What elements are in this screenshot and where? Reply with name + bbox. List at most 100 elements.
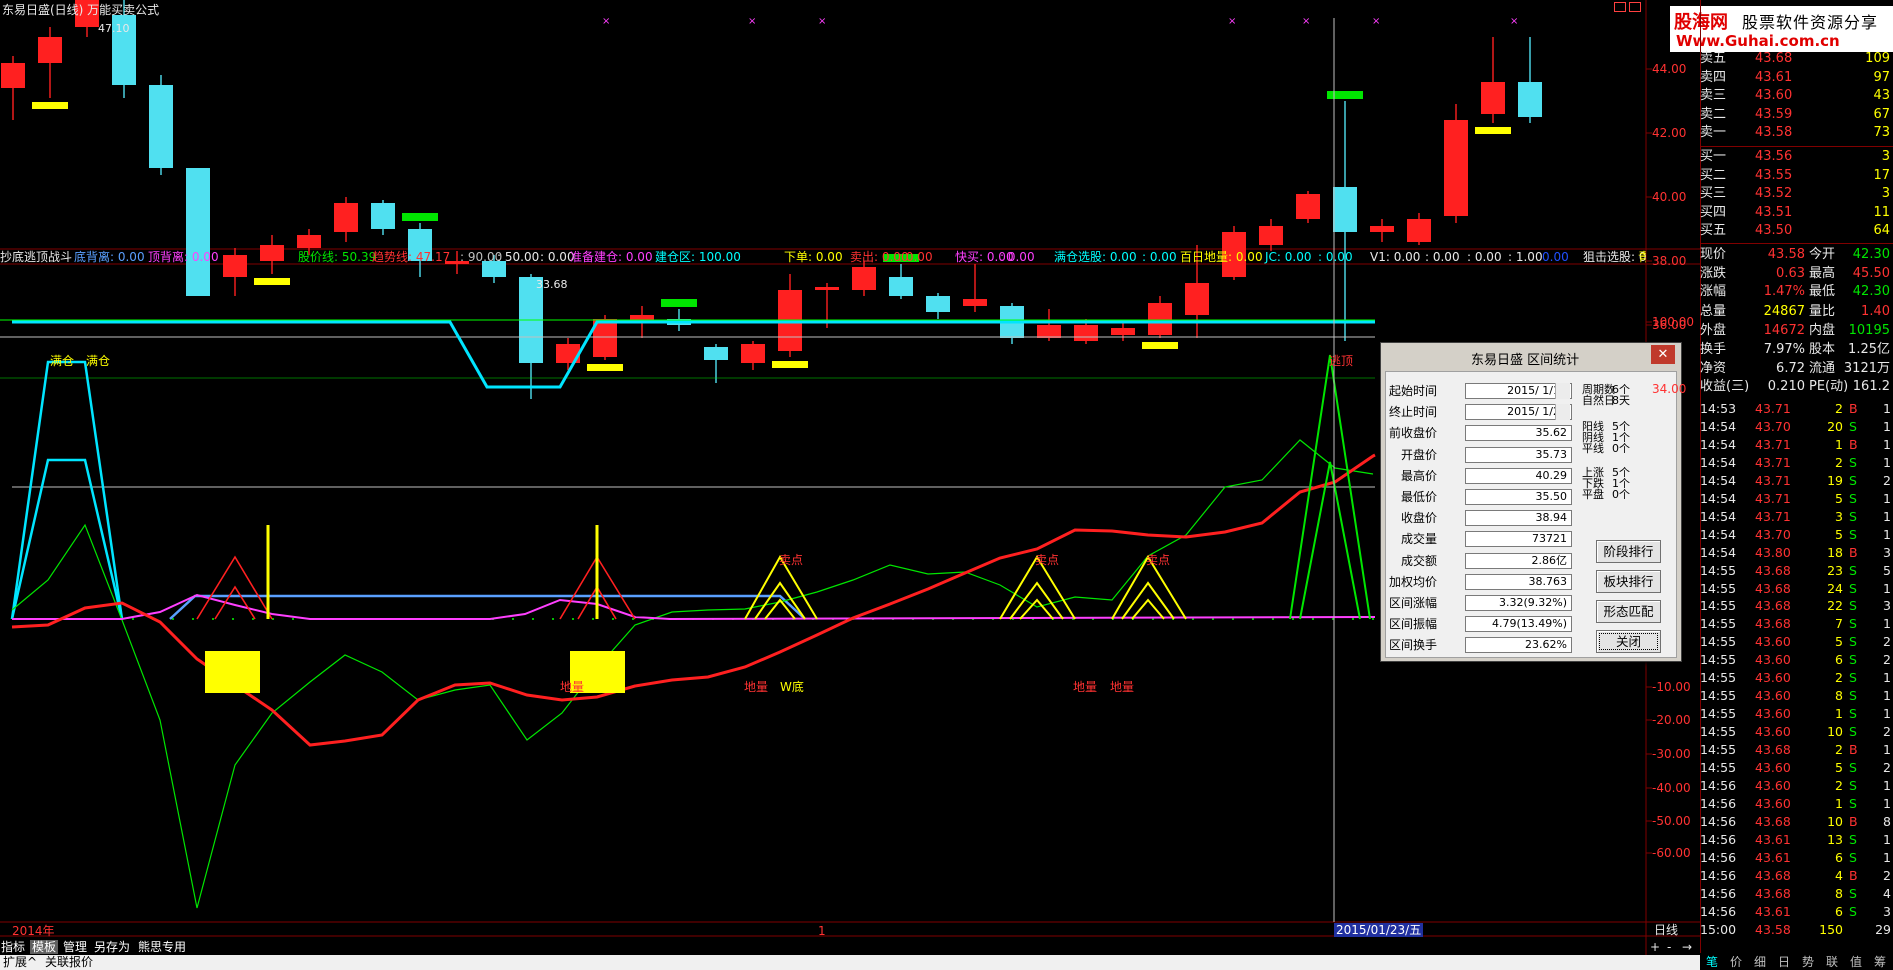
tick-row: 14:54 43.71 19 S 2	[1697, 472, 1893, 490]
dialog-field-value: 23.62%	[1465, 637, 1572, 654]
linked-quote-button[interactable]: 关联报价	[45, 955, 93, 969]
candle	[1111, 322, 1135, 341]
tick-price: 43.60	[1755, 634, 1791, 650]
tick-row: 14:55 43.68 7 S 1	[1697, 615, 1893, 633]
tick-time: 15:00	[1700, 921, 1737, 937]
tab-template[interactable]: 模板	[30, 940, 59, 954]
date-spinner-icon[interactable]	[1555, 383, 1570, 399]
tick-count: 4	[1883, 885, 1891, 901]
undefined: 卖四 43.61 97	[1697, 69, 1893, 87]
low-price-label: 33.68	[536, 278, 568, 291]
candle	[1481, 37, 1505, 123]
tab-custom[interactable]: 熊思专用	[138, 940, 186, 954]
tick-price: 43.58	[1755, 921, 1791, 937]
period-label[interactable]: 日线	[1654, 923, 1678, 937]
dialog-field-label: 最低价	[1400, 490, 1437, 504]
right-tab[interactable]: 价	[1730, 955, 1742, 969]
restore-icon[interactable]	[1629, 2, 1641, 12]
tick-time: 14:56	[1700, 849, 1737, 865]
right-tab[interactable]: 笔	[1706, 955, 1718, 969]
legend-item: 股价线: 50.39	[298, 250, 377, 264]
tick-volume: 23	[1827, 562, 1843, 578]
tick-side: S	[1849, 688, 1857, 704]
ground-volume-label: 地量	[744, 680, 769, 694]
tick-count: 1	[1883, 580, 1891, 596]
right-tab[interactable]: 筹	[1874, 955, 1886, 969]
tick-time: 14:56	[1700, 795, 1737, 811]
zoom-in-button[interactable]: +	[1650, 940, 1660, 954]
dialog-field-label: 前收盘价	[1388, 426, 1437, 441]
ask-price: 43.60	[1755, 88, 1793, 104]
tick-volume: 5	[1835, 526, 1843, 542]
bid-label: 买四	[1700, 204, 1727, 220]
dialog-field-label: 最高价	[1400, 468, 1437, 483]
tick-count: 1	[1883, 706, 1891, 722]
right-tab[interactable]: 势	[1802, 955, 1814, 969]
close-icon[interactable]: ✕	[1651, 345, 1675, 364]
tick-volume: 6	[1835, 652, 1843, 668]
stat-value: 10195	[1848, 322, 1890, 338]
stat-value: 14672	[1763, 322, 1805, 338]
tick-price: 43.60	[1755, 706, 1791, 722]
tick-volume: 1	[1835, 795, 1843, 811]
tick-price: 43.60	[1755, 795, 1791, 811]
tab-save-as[interactable]: 另存为	[94, 940, 130, 954]
tick-count: 1	[1883, 795, 1891, 811]
expand-button[interactable]: 扩展^	[3, 955, 37, 969]
minimize-icon[interactable]	[1614, 2, 1626, 12]
bid-price: 43.55	[1755, 167, 1793, 183]
dialog-field-label: 收盘价	[1400, 511, 1437, 526]
tick-side: S	[1849, 562, 1857, 578]
tab-indicator[interactable]: 指标	[1, 940, 25, 954]
tick-time: 14:55	[1700, 688, 1737, 704]
legend-item: : 1.00	[1508, 250, 1543, 264]
candle	[1333, 101, 1357, 341]
tick-time: 14:56	[1700, 867, 1737, 883]
dialog-field-value: 35.62	[1465, 425, 1572, 442]
right-tab[interactable]: 细	[1754, 955, 1766, 969]
tick-price: 43.71	[1755, 436, 1791, 452]
tick-row: 14:53 43.71 2 B 1	[1697, 400, 1893, 418]
candle	[963, 264, 987, 312]
tick-side: S	[1849, 795, 1857, 811]
date-spinner-icon[interactable]	[1555, 404, 1570, 420]
sector-ranking-button[interactable]: 板块排行	[1596, 570, 1661, 593]
legend-item: : 0.00	[1425, 250, 1460, 264]
zoom-out-button[interactable]: -	[1667, 940, 1671, 954]
tick-volume: 20	[1827, 418, 1843, 434]
status-bar: 扩展^ 关联报价	[0, 955, 1700, 970]
stat-label: 总量	[1700, 304, 1727, 319]
dialog-field-value: 3.32(9.32%)	[1465, 595, 1572, 611]
buy-signal-marker	[772, 361, 808, 368]
candle	[1259, 219, 1283, 251]
right-tab[interactable]: 日	[1778, 955, 1790, 969]
ask-label: 卖五	[1700, 51, 1727, 66]
tick-price: 43.60	[1755, 724, 1791, 740]
tick-row: 14:54 43.70 20 S 1	[1697, 418, 1893, 436]
bid-price: 43.52	[1755, 186, 1793, 202]
dialog-title: 东易日盛 区间统计	[1471, 353, 1580, 368]
scroll-right-button[interactable]: →	[1682, 940, 1692, 954]
ground-volume-block	[205, 651, 260, 693]
pattern-match-button[interactable]: 形态匹配	[1596, 600, 1661, 623]
cursor-date-label: 2015/01/23/五	[1334, 923, 1424, 937]
stage-ranking-button[interactable]: 阶段排行	[1596, 540, 1661, 563]
tick-list: 14:53 43.71 2 B 1 14:54 43.70 20 S 1 14:54 43.71 1 B 1…	[1697, 400, 1893, 950]
dialog-field-label: 起始时间	[1388, 384, 1437, 398]
legend-item: 狙击选股: 0.00	[1583, 250, 1646, 264]
dialog-close-button[interactable]: 关闭	[1596, 630, 1661, 653]
time-axis-start: 2014年	[12, 924, 55, 938]
full-position-line-2	[10, 458, 124, 620]
right-tab[interactable]: 值	[1850, 955, 1862, 969]
tick-price: 43.80	[1755, 544, 1791, 560]
tab-manage[interactable]: 管理	[63, 940, 87, 954]
right-tab[interactable]: 联	[1826, 955, 1838, 969]
tick-volume: 4	[1835, 867, 1843, 883]
undefined: 总量 24867 量比 1.40	[1697, 303, 1893, 321]
legend-item: 百日地量: 0.00	[1180, 250, 1263, 264]
dialog-field-value: 35.50	[1465, 489, 1572, 505]
legend-item: 抄底逃顶战斗	[0, 250, 73, 264]
tick-count: 1	[1883, 418, 1891, 434]
tick-side: S	[1849, 634, 1857, 650]
tick-time: 14:54	[1700, 526, 1737, 542]
